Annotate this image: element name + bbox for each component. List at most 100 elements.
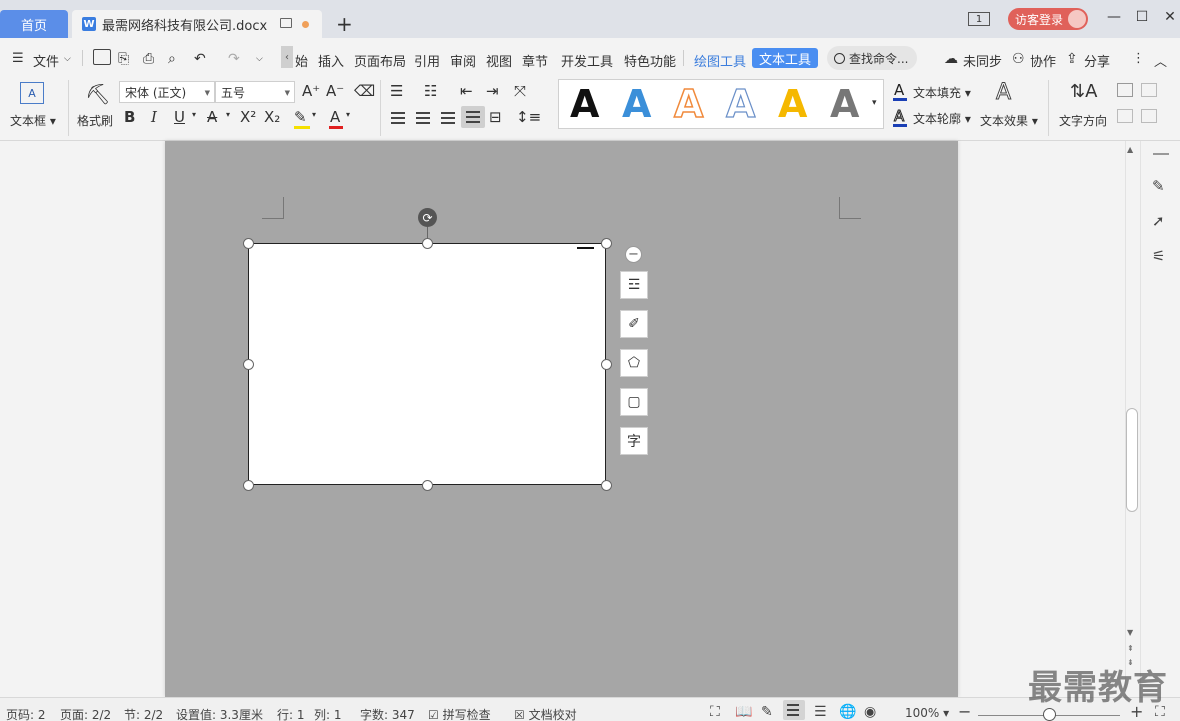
text-direction-label[interactable]: 文字方向 — [1059, 112, 1107, 129]
tab-home[interactable]: 首页 — [0, 10, 68, 38]
decrease-font-icon[interactable]: A⁻ — [326, 82, 344, 100]
redo-icon[interactable]: ↷ — [228, 51, 240, 67]
tab-document[interactable]: W 最需网络科技有限公司.docx — [72, 10, 322, 38]
style-gold[interactable]: A — [778, 82, 807, 126]
font-size-select[interactable]: 五号 ▼ — [215, 81, 295, 103]
scroll-down-icon[interactable]: ▼ — [1127, 628, 1133, 637]
page-indicator-icon[interactable]: 1 — [968, 12, 990, 26]
align-center-icon[interactable] — [416, 112, 430, 124]
scroll-up-icon[interactable]: ▲ — [1127, 145, 1133, 154]
settings-sliders-icon[interactable]: ⚟ — [1152, 247, 1165, 265]
zoom-out-icon[interactable]: − — [958, 702, 971, 721]
outline-view-icon[interactable]: ☰ — [814, 704, 827, 720]
underline-dropdown-icon[interactable]: ▾ — [192, 110, 196, 119]
font-color-dropdown-icon[interactable]: ▾ — [346, 110, 350, 119]
style-gray[interactable]: A — [830, 82, 859, 126]
underline-icon[interactable]: U — [174, 108, 185, 126]
numbered-list-icon[interactable]: ☷ — [424, 82, 437, 100]
shape-style-icon[interactable]: ✐ — [620, 310, 648, 338]
share-label[interactable]: 分享 — [1084, 51, 1110, 70]
menu-drawing-tools[interactable]: 绘图工具 — [694, 51, 746, 70]
maximize-icon[interactable]: ☐ — [1132, 9, 1152, 25]
text-direction-icon[interactable]: ⇅A — [1070, 81, 1097, 102]
text-outline-icon[interactable]: A — [893, 107, 904, 126]
font-family-select[interactable]: 宋体 (正文) ▼ — [119, 81, 215, 103]
quick-access-dropdown-icon[interactable]: ⌵ — [256, 54, 263, 64]
style-orange-outline[interactable]: A — [673, 81, 704, 127]
format-painter-label[interactable]: 格式刷 — [77, 112, 113, 129]
status-setting[interactable]: 设置值: 3.3厘米 — [176, 706, 263, 721]
zoom-level[interactable]: 100% ▾ — [905, 706, 949, 720]
menu-insert[interactable]: 插入 — [318, 51, 344, 70]
selected-textbox[interactable] — [248, 243, 606, 485]
text-effect-icon[interactable]: A — [995, 80, 1011, 106]
layout-options-icon[interactable]: ☲ — [620, 271, 648, 299]
fullscreen-icon[interactable]: ⛶ — [710, 704, 720, 720]
select-cursor-icon[interactable]: ➚ — [1152, 212, 1165, 230]
menu-start[interactable]: 始 — [295, 51, 308, 70]
textbox-layout-icon-2[interactable] — [1141, 83, 1157, 97]
collab-label[interactable]: 协作 — [1030, 51, 1056, 70]
menu-references[interactable]: 引用 — [414, 51, 440, 70]
collapse-float-toolbar-icon[interactable]: − — [625, 246, 642, 263]
increase-font-icon[interactable]: A⁺ — [302, 82, 320, 100]
collapse-ribbon-icon[interactable]: ︿ — [1154, 51, 1167, 70]
monitor-icon[interactable] — [280, 18, 292, 28]
shape-fill-icon[interactable]: ⬠ — [620, 349, 648, 377]
scroll-left-icon[interactable]: ‹ — [281, 46, 293, 68]
minimize-icon[interactable]: — — [1104, 9, 1124, 25]
justify-button[interactable] — [461, 106, 485, 128]
status-page-number[interactable]: 页码: 2 — [6, 706, 46, 721]
menu-developer[interactable]: 开发工具 — [561, 51, 613, 70]
scrollbar-thumb[interactable] — [1126, 408, 1138, 512]
cloud-icon[interactable]: ☁ — [944, 51, 958, 67]
resize-handle-bottom[interactable] — [422, 480, 433, 491]
resize-handle-right[interactable] — [601, 359, 612, 370]
format-painter-icon[interactable]: ⛏ — [85, 82, 110, 106]
menu-page-layout[interactable]: 页面布局 — [354, 51, 406, 70]
page-view-button[interactable] — [783, 700, 805, 720]
status-page[interactable]: 页面: 2/2 — [60, 706, 111, 721]
spell-check-button[interactable]: ☑ 拼写检查 — [428, 706, 491, 721]
menu-features[interactable]: 特色功能 — [624, 51, 676, 70]
resize-handle-bottom-left[interactable] — [243, 480, 254, 491]
resize-handle-top-right[interactable] — [601, 238, 612, 249]
strikethrough-dropdown-icon[interactable]: ▾ — [226, 110, 230, 119]
sync-label[interactable]: 未同步 — [963, 51, 1002, 70]
font-color-icon[interactable]: A — [330, 108, 340, 126]
text-effect-button[interactable]: 文本效果 ▾ — [980, 112, 1038, 129]
resize-handle-bottom-right[interactable] — [601, 480, 612, 491]
prev-page-icon[interactable]: ⇞ — [1127, 644, 1134, 653]
user-icon[interactable]: ⚇ — [1012, 51, 1025, 67]
style-blue[interactable]: A — [622, 82, 651, 126]
resize-handle-top-left[interactable] — [243, 238, 254, 249]
share-icon[interactable]: ⇪ — [1066, 51, 1078, 67]
shape-outline-icon[interactable]: ▢ — [620, 388, 648, 416]
undo-icon[interactable]: ↶ — [194, 51, 206, 67]
clear-format-icon[interactable]: ⌫ — [354, 82, 375, 100]
edit-mode-icon[interactable]: ✎ — [761, 704, 773, 720]
menu-file[interactable]: 文件 — [33, 51, 59, 70]
superscript-icon[interactable]: X² — [240, 108, 256, 126]
guest-login-button[interactable]: 访客登录 — [1008, 8, 1088, 30]
resize-handle-left[interactable] — [243, 359, 254, 370]
menu-view[interactable]: 视图 — [486, 51, 512, 70]
pen-icon[interactable]: ✎ — [1152, 177, 1165, 195]
align-left-icon[interactable] — [391, 112, 405, 124]
text-outline-button[interactable]: 文本轮廓 ▾ — [913, 110, 971, 127]
rotate-handle-icon[interactable]: ⟳ — [418, 208, 437, 227]
line-spacing-icon[interactable]: ↕≡ — [516, 108, 541, 126]
save-icon[interactable] — [93, 49, 111, 65]
status-column[interactable]: 列: 1 — [314, 706, 342, 721]
chevron-down-icon[interactable]: ⌵ — [64, 54, 71, 64]
subscript-icon[interactable]: X₂ — [264, 108, 280, 126]
menu-review[interactable]: 审阅 — [450, 51, 476, 70]
gallery-more-icon[interactable]: ▾ — [872, 98, 877, 108]
strikethrough-icon[interactable]: A — [207, 108, 217, 126]
export-icon[interactable]: ⎘ — [118, 51, 129, 67]
menu-section[interactable]: 章节 — [522, 51, 548, 70]
textbox-button[interactable]: 文本框 ▾ — [10, 112, 56, 129]
textbox-layout-icon-1[interactable] — [1117, 83, 1133, 97]
hamburger-icon[interactable]: ☰ — [12, 51, 24, 66]
bullet-list-icon[interactable]: ☰ — [390, 82, 403, 100]
